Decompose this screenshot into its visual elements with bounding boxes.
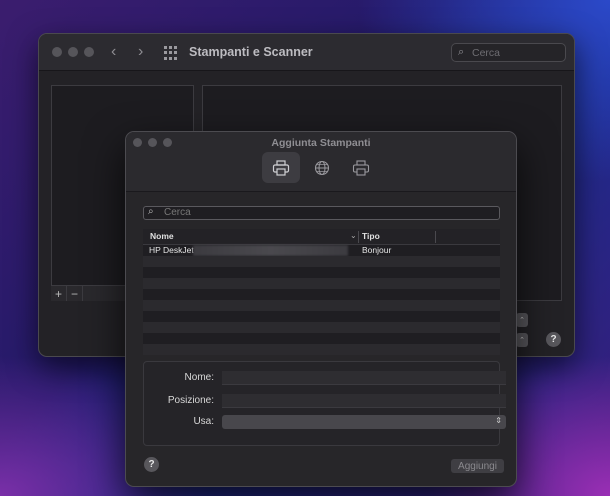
window-title: Stampanti e Scanner: [189, 45, 313, 59]
add-printer-button[interactable]: +: [51, 286, 67, 301]
table-row-empty: [143, 278, 500, 289]
default-printer-popup[interactable]: ⌃: [516, 313, 528, 327]
default-printer-tab[interactable]: [262, 152, 300, 183]
table-row-empty: [143, 289, 500, 300]
column-header-type[interactable]: Tipo: [362, 231, 380, 241]
printer-details-form: Nome: Posizione: Usa: ⇕: [143, 361, 506, 446]
printer-browser-table[interactable]: Nome ⌄ Tipo HP DeskJet Bonjour: [143, 229, 500, 355]
globe-icon: [314, 160, 330, 175]
window-controls: [52, 47, 94, 57]
window-titlebar: ‹ › Stampanti e Scanner ⌕ Cerca: [39, 34, 574, 71]
table-row-empty: [143, 311, 500, 322]
column-divider: [435, 231, 436, 243]
dialog-titlebar: Aggiunta Stampanti: [126, 132, 516, 192]
table-row-empty: [143, 256, 500, 267]
printer-name-cell: HP DeskJet: [149, 245, 194, 255]
redacted-name-blur: [193, 245, 348, 256]
help-button[interactable]: ?: [546, 332, 561, 347]
forward-arrow-icon[interactable]: ›: [138, 43, 143, 61]
printer-type-cell: Bonjour: [362, 245, 392, 255]
dialog-title: Aggiunta Stampanti: [271, 137, 371, 149]
default-paper-popup[interactable]: ⌃: [516, 333, 528, 347]
table-row-empty: [143, 344, 500, 355]
table-rows: HP DeskJet Bonjour: [143, 245, 500, 355]
preferences-search-field[interactable]: ⌕ Cerca: [451, 43, 566, 62]
zoom-button[interactable]: [84, 47, 94, 57]
column-divider: [358, 231, 359, 243]
sort-chevron-icon[interactable]: ⌄: [350, 231, 357, 240]
add-button[interactable]: Aggiungi: [451, 459, 504, 473]
minimize-button[interactable]: [68, 47, 78, 57]
back-arrow-icon[interactable]: ‹: [111, 43, 116, 61]
table-header: Nome ⌄ Tipo: [143, 229, 500, 245]
column-header-name[interactable]: Nome: [150, 231, 174, 241]
name-field[interactable]: [222, 371, 506, 385]
table-row-empty: [143, 333, 500, 344]
add-printer-dialog: Aggiunta Stampanti ⌕ Cerca Nome ⌄ Tipo H…: [125, 131, 517, 487]
printer-search-input[interactable]: ⌕ Cerca: [143, 206, 500, 220]
remove-printer-button[interactable]: −: [67, 286, 83, 301]
search-icon: ⌕: [148, 206, 154, 217]
search-icon: ⌕: [458, 46, 465, 58]
popup-arrows-icon: ⇕: [495, 416, 502, 425]
driver-select[interactable]: ⇕: [222, 415, 506, 429]
show-all-grid-icon[interactable]: [164, 46, 178, 60]
use-label: Usa:: [193, 416, 214, 427]
search-placeholder: Cerca: [472, 47, 501, 59]
printer-icon: [272, 159, 290, 176]
printer-share-icon: [352, 159, 370, 176]
location-label: Posizione:: [167, 395, 214, 406]
name-label: Nome:: [184, 372, 214, 383]
close-button[interactable]: [52, 47, 62, 57]
dialog-help-button[interactable]: ?: [144, 457, 159, 472]
table-row-empty: [143, 300, 500, 311]
location-field[interactable]: [222, 394, 506, 408]
windows-printer-tab[interactable]: [342, 152, 380, 183]
printer-search-placeholder: Cerca: [164, 207, 191, 218]
table-row-empty: [143, 267, 500, 278]
table-row-empty: [143, 322, 500, 333]
ip-printer-tab[interactable]: [303, 152, 341, 183]
table-row[interactable]: HP DeskJet Bonjour: [143, 245, 500, 256]
